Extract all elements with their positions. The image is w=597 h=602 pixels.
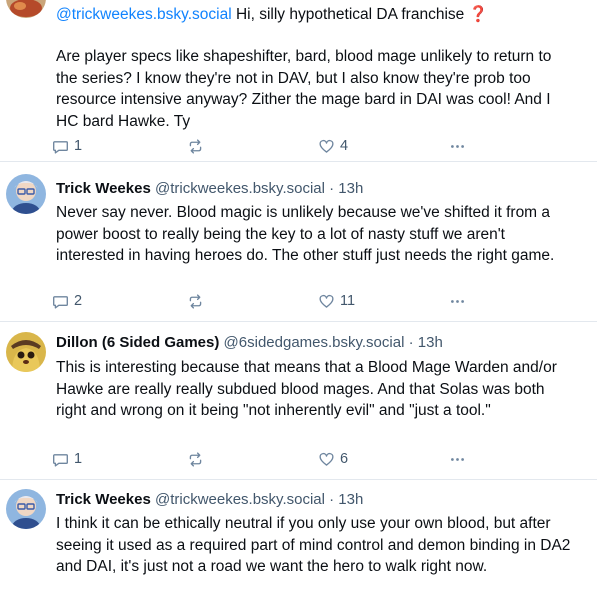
author-name[interactable]: Dillon (6 Sided Games) xyxy=(56,334,219,351)
more-options-button[interactable] xyxy=(449,449,466,469)
post-header: Trick Weekes @trickweekes.bsky.social · … xyxy=(56,180,363,197)
like-button[interactable]: 4 xyxy=(318,136,348,156)
like-count: 11 xyxy=(340,293,356,309)
avatar[interactable] xyxy=(6,489,46,529)
reply-bubble-icon xyxy=(53,295,68,309)
mention-link[interactable]: @trickweekes.bsky.social xyxy=(56,6,232,23)
repost-arrows-icon xyxy=(189,293,202,309)
avatar[interactable] xyxy=(6,332,46,372)
reply-count: 2 xyxy=(74,293,83,309)
post-header: Dillon (6 Sided Games) @6sidedgames.bsky… xyxy=(56,334,443,351)
reply-count: 1 xyxy=(74,451,83,467)
heart-icon xyxy=(319,139,334,153)
repost-arrows-icon xyxy=(189,138,202,154)
reply-button[interactable]: 1 xyxy=(52,449,82,469)
reply-count: 1 xyxy=(74,138,83,154)
repost-arrows-icon xyxy=(189,451,202,467)
author-handle[interactable]: @trickweekes.bsky.social xyxy=(155,491,325,508)
timestamp[interactable]: · 13h xyxy=(329,491,363,508)
author-name[interactable]: Trick Weekes xyxy=(56,180,151,197)
author-name[interactable]: Trick Weekes xyxy=(56,491,151,508)
post-header: Trick Weekes @trickweekes.bsky.social · … xyxy=(56,491,363,508)
reply-button[interactable]: 1 xyxy=(52,136,82,156)
post[interactable]: @trickweekes.bsky.social Hi, silly hypot… xyxy=(0,0,597,162)
repost-button[interactable] xyxy=(187,449,204,469)
heart-icon xyxy=(319,452,334,466)
more-options-button[interactable] xyxy=(449,291,466,311)
post-actions: 1 6 xyxy=(52,449,492,469)
post-text-paragraph: Are player specs like shapeshifter, bard… xyxy=(56,48,552,130)
more-options-button[interactable] xyxy=(449,136,466,156)
more-dots-icon xyxy=(451,299,464,303)
avatar[interactable] xyxy=(6,174,46,214)
like-count: 4 xyxy=(340,138,349,154)
post-text: I think it can be ethically neutral if y… xyxy=(56,515,571,575)
like-button[interactable]: 11 xyxy=(318,291,355,311)
timestamp[interactable]: · 13h xyxy=(409,334,443,351)
timestamp[interactable]: · 13h xyxy=(329,180,363,197)
post-text: @trickweekes.bsky.social Hi, silly hypot… xyxy=(56,6,488,23)
reply-bubble-icon xyxy=(53,140,68,154)
post-text: This is interesting because that means t… xyxy=(56,359,557,419)
post-actions: 1 4 xyxy=(52,136,492,156)
like-count: 6 xyxy=(340,451,349,467)
post[interactable]: Trick Weekes @trickweekes.bsky.social · … xyxy=(0,480,597,602)
post-text: Never say never. Blood magic is unlikely… xyxy=(56,204,555,264)
more-dots-icon xyxy=(451,144,464,148)
repost-button[interactable] xyxy=(187,291,204,311)
repost-button[interactable] xyxy=(187,136,204,156)
more-dots-icon xyxy=(451,457,464,461)
post[interactable]: Trick Weekes @trickweekes.bsky.social · … xyxy=(0,162,597,322)
like-button[interactable]: 6 xyxy=(318,449,348,469)
post[interactable]: Dillon (6 Sided Games) @6sidedgames.bsky… xyxy=(0,322,597,480)
reply-bubble-icon xyxy=(53,453,68,467)
author-handle[interactable]: @6sidedgames.bsky.social xyxy=(224,334,405,351)
reply-button[interactable]: 2 xyxy=(52,291,82,311)
post-actions: 2 11 xyxy=(52,291,492,311)
avatar[interactable] xyxy=(6,0,46,18)
author-handle[interactable]: @trickweekes.bsky.social xyxy=(155,180,325,197)
heart-icon xyxy=(319,294,334,308)
